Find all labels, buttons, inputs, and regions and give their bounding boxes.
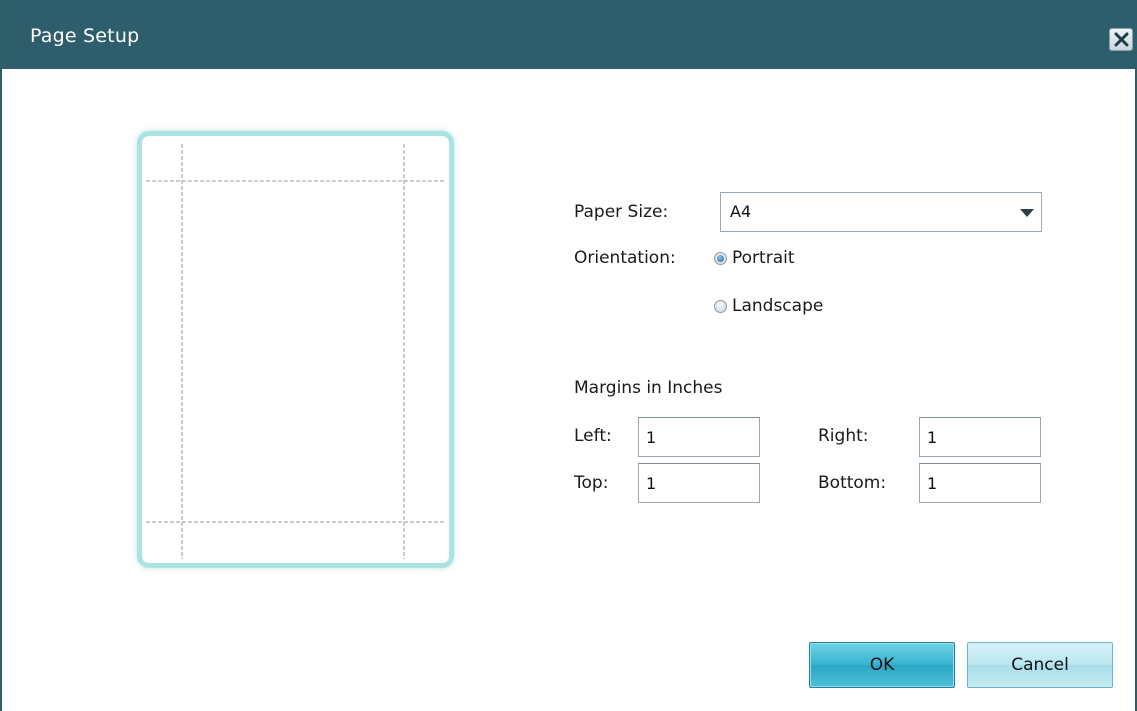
orientation-label: Orientation:: [574, 248, 676, 268]
paper-size-select[interactable]: A4: [720, 192, 1042, 232]
radio-checked-icon: [714, 251, 727, 265]
top-margin-label: Top:: [574, 473, 609, 493]
top-margin-input[interactable]: [638, 463, 760, 503]
close-icon: [1114, 32, 1129, 47]
portrait-label: Portrait: [732, 248, 795, 268]
right-margin-input[interactable]: [919, 417, 1041, 457]
left-margin-input[interactable]: [638, 417, 760, 457]
right-margin-label: Right:: [818, 426, 869, 446]
dialog-title: Page Setup: [30, 25, 140, 47]
title-bar[interactable]: Page Setup: [2, 0, 1137, 69]
paper-size-label: Paper Size:: [574, 202, 669, 222]
cancel-button[interactable]: Cancel: [967, 642, 1113, 688]
page-preview: [137, 131, 454, 568]
portrait-radio[interactable]: Portrait: [714, 248, 795, 268]
paper-size-value: A4: [730, 202, 752, 221]
left-margin-label: Left:: [574, 426, 612, 446]
chevron-down-icon: [1020, 209, 1034, 217]
margins-heading: Margins in Inches: [574, 378, 723, 398]
landscape-label: Landscape: [732, 296, 824, 316]
bottom-margin-input[interactable]: [919, 463, 1041, 503]
landscape-radio[interactable]: Landscape: [714, 296, 823, 316]
close-button[interactable]: [1109, 28, 1133, 51]
bottom-margin-label: Bottom:: [818, 473, 887, 493]
radio-unchecked-icon: [714, 299, 727, 313]
ok-button[interactable]: OK: [809, 642, 955, 688]
page-setup-dialog: Page Setup Paper Size: A4 Orientation: P…: [0, 0, 1137, 711]
